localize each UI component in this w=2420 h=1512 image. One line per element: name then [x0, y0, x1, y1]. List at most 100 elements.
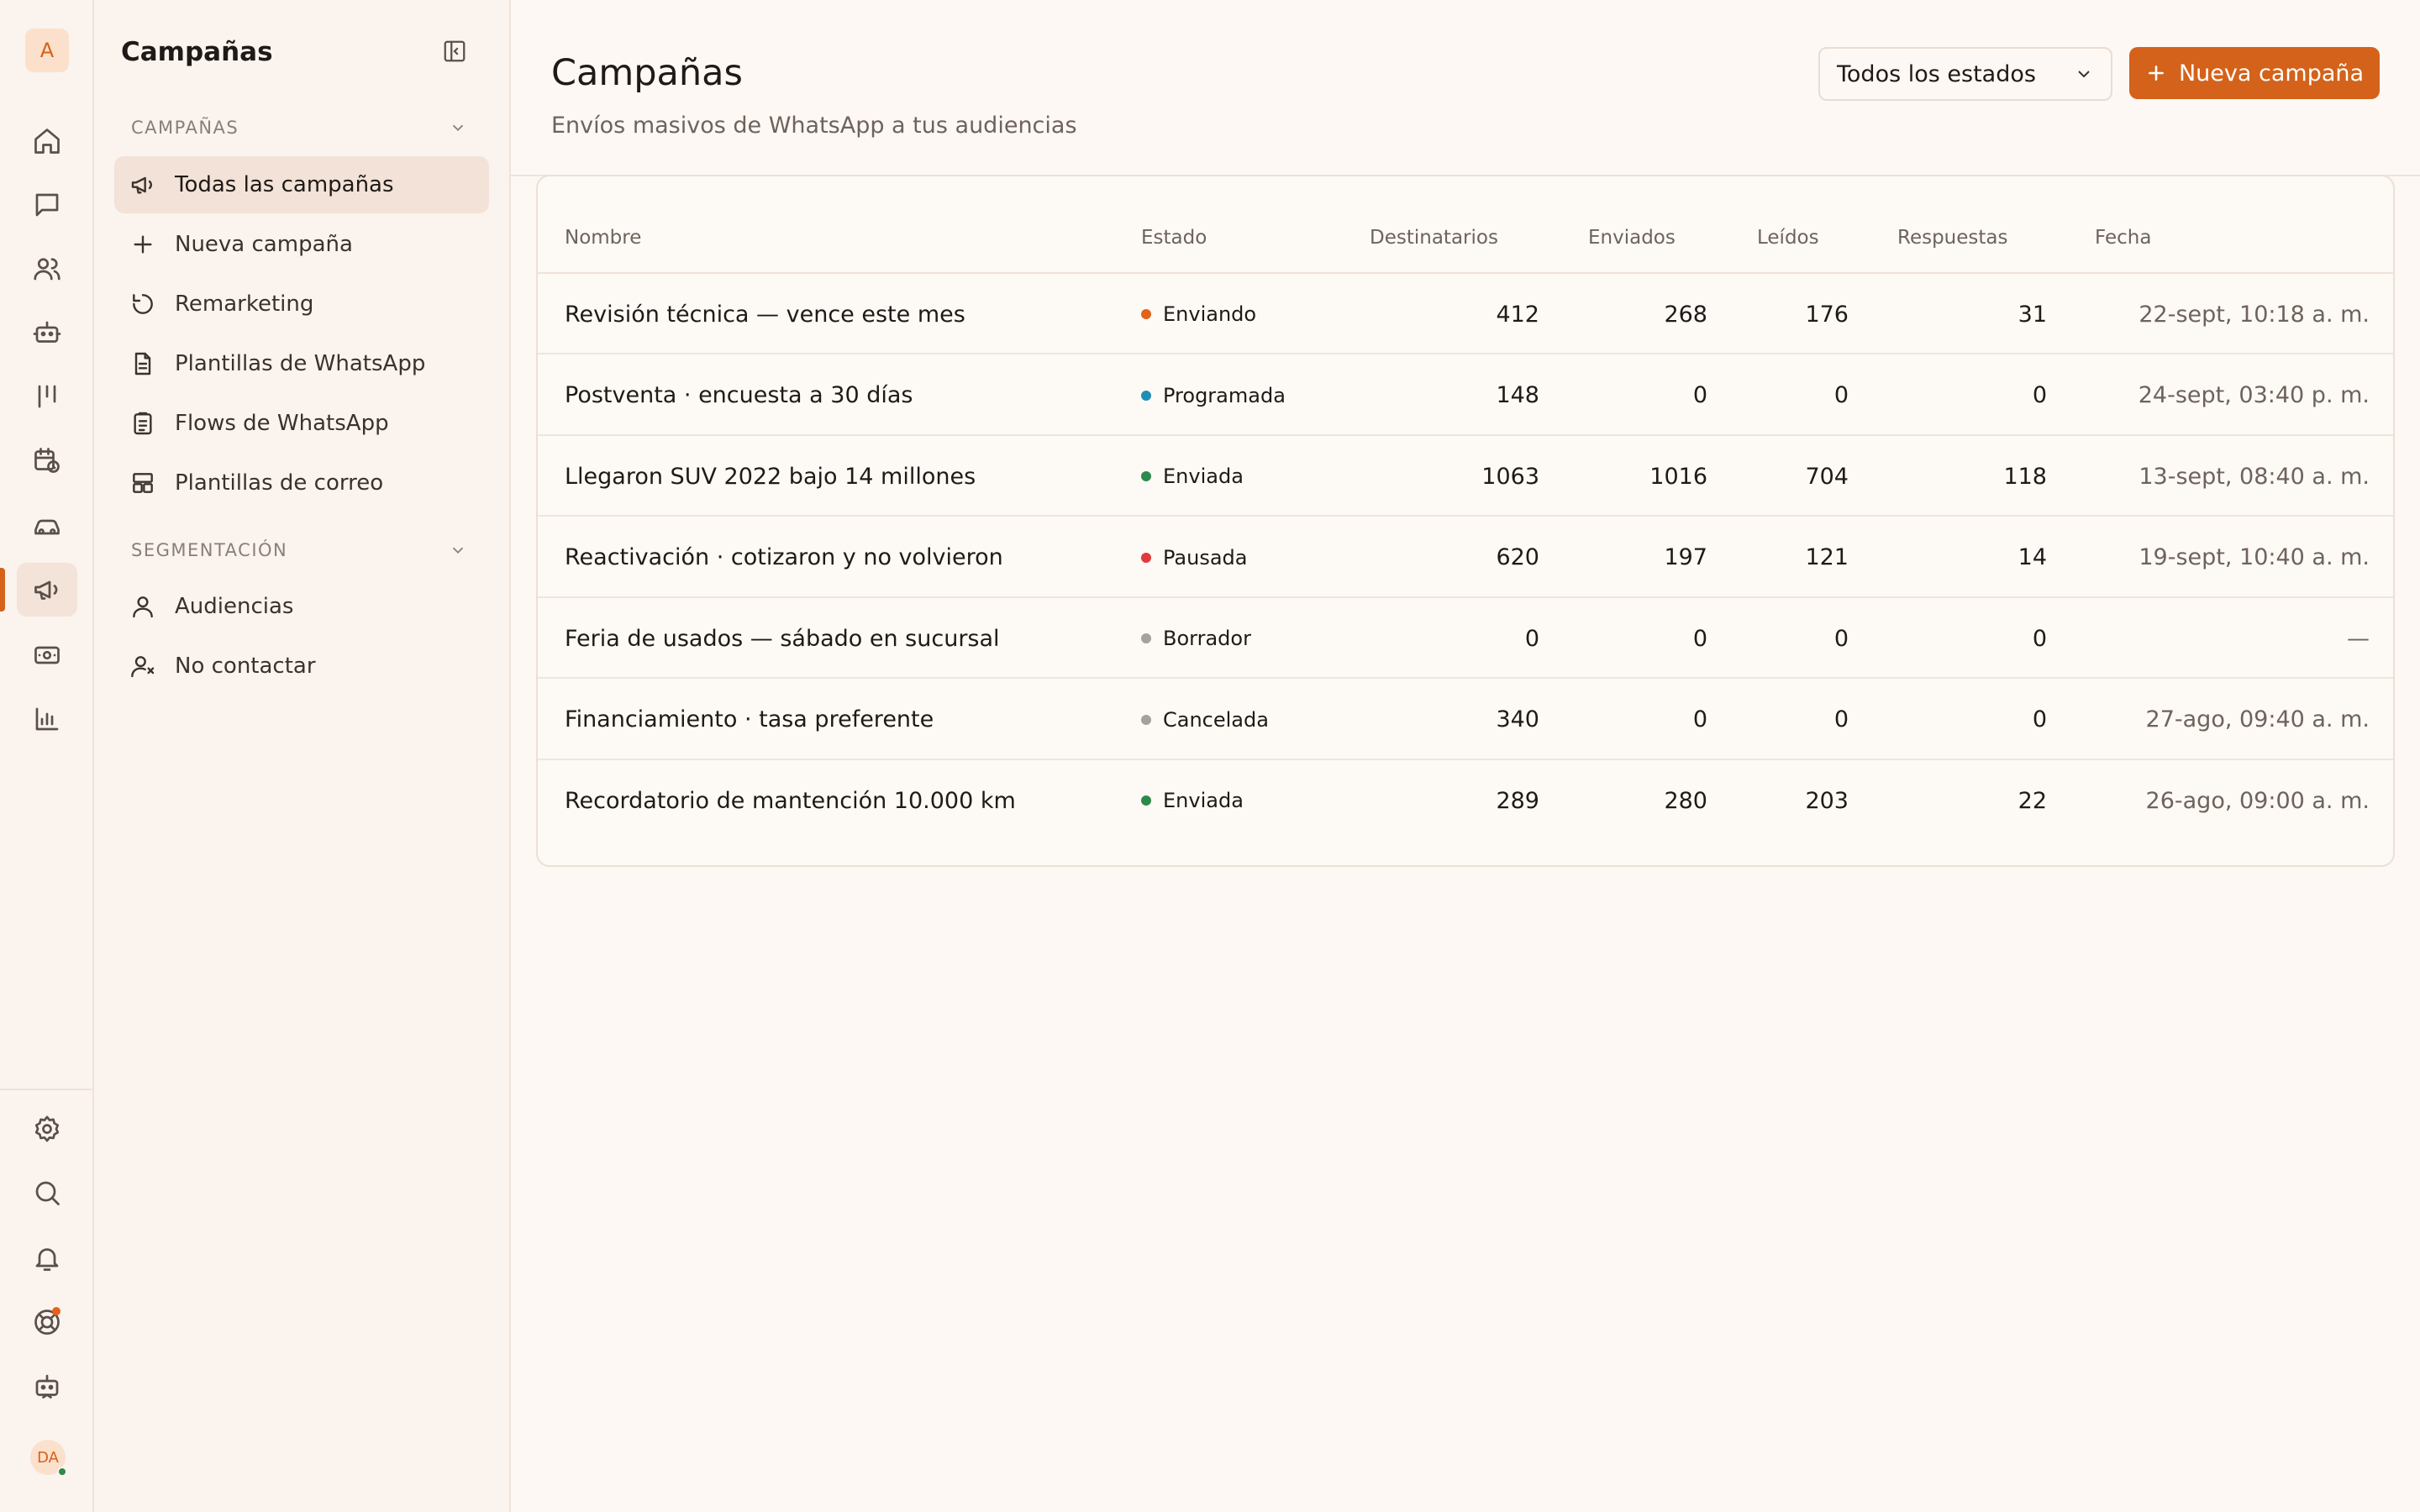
icon-rail: A DA — [0, 0, 94, 1512]
sidebar-item-todas-las-campanas[interactable]: Todas las campañas — [114, 156, 489, 213]
replies-count: 31 — [2018, 301, 2047, 328]
status-filter-select[interactable]: Todos los estados — [1818, 47, 2112, 101]
status-cell: Enviada — [1141, 436, 1244, 517]
sidebar-item-label: Flows de WhatsApp — [175, 411, 389, 436]
table-row[interactable]: Recordatorio de mantención 10.000 km Envi… — [538, 760, 2393, 841]
status-cell: Enviando — [1141, 274, 1256, 354]
campaign-date: — — [2347, 625, 2370, 652]
assistant-bot-icon[interactable] — [17, 1359, 77, 1413]
table-row[interactable]: Financiamiento · tasa preferente Cancelad… — [538, 680, 2393, 760]
bell-icon[interactable] — [17, 1231, 77, 1285]
status-dot — [1141, 795, 1151, 806]
recipients-count: 289 — [1496, 787, 1539, 814]
status-badge: Enviada — [1141, 465, 1244, 488]
status-cell: Borrador — [1141, 598, 1251, 679]
campaign-date: 13-sept, 08:40 a. m. — [2139, 463, 2370, 490]
column-header-destinatarios[interactable]: Destinatarios — [1370, 227, 1498, 249]
sent-count: 1016 — [1649, 463, 1707, 490]
status-dot — [1141, 390, 1151, 401]
replies-count: 22 — [2018, 787, 2047, 814]
read-count: 0 — [1833, 706, 1849, 732]
collapse-sidebar-icon[interactable] — [442, 39, 471, 67]
column-header-nombre[interactable]: Nombre — [565, 227, 641, 249]
read-count: 704 — [1805, 463, 1849, 490]
campaign-date: 27-ago, 09:40 a. m. — [2145, 706, 2370, 732]
reports-chart-icon[interactable] — [17, 692, 77, 746]
status-dot — [1141, 309, 1151, 319]
status-label: Enviada — [1163, 465, 1244, 488]
table-row[interactable]: Revisión técnica — vence este mes Enviand… — [538, 274, 2393, 354]
column-header-enviados[interactable]: Enviados — [1588, 227, 1676, 249]
table-row[interactable]: Llegaron SUV 2022 bajo 14 millones Enviad… — [538, 436, 2393, 517]
section-header-campanas[interactable]: CAMPAÑAS — [131, 118, 467, 138]
sent-count: 0 — [1692, 706, 1707, 732]
replies-count: 118 — [2003, 463, 2047, 490]
table-row[interactable]: Postventa · encuesta a 30 días Programada… — [538, 355, 2393, 436]
recipients-count: 1063 — [1481, 463, 1539, 490]
sidebar-item-label: Audiencias — [175, 594, 294, 619]
chevron-down-icon — [2078, 71, 2090, 78]
user-avatar[interactable]: DA — [30, 1440, 67, 1477]
recipients-count: 340 — [1496, 706, 1539, 732]
status-dot — [1141, 471, 1151, 481]
section-label: SEGMENTACIÓN — [131, 540, 288, 560]
status-dot — [1141, 552, 1151, 563]
sidebar-item-plantillas-correo[interactable]: Plantillas de correo — [114, 454, 489, 512]
plus-icon — [2149, 66, 2164, 81]
sidebar-item-audiencias[interactable]: Audiencias — [114, 578, 489, 635]
contacts-icon[interactable] — [17, 242, 77, 296]
campaign-date: 26-ago, 09:00 a. m. — [2145, 787, 2370, 814]
sent-count: 197 — [1664, 544, 1707, 570]
campaign-date: 19-sept, 10:40 a. m. — [2139, 544, 2370, 570]
status-cell: Cancelada — [1141, 680, 1269, 760]
sidebar-item-label: No contactar — [175, 654, 316, 679]
sidebar-item-label: Plantillas de WhatsApp — [175, 351, 426, 376]
column-header-estado[interactable]: Estado — [1141, 227, 1207, 249]
recipients-count: 412 — [1496, 301, 1539, 328]
column-header-respuestas[interactable]: Respuestas — [1897, 227, 2008, 249]
kanban-icon[interactable] — [17, 370, 77, 423]
rail-divider — [0, 1089, 94, 1090]
read-count: 176 — [1805, 301, 1849, 328]
status-cell: Pausada — [1141, 517, 1247, 598]
chat-icon[interactable] — [17, 178, 77, 232]
campaigns-megaphone-icon[interactable] — [17, 563, 77, 617]
document-icon — [134, 352, 151, 375]
column-header-leidos[interactable]: Leídos — [1757, 227, 1819, 249]
section-header-segmentacion[interactable]: SEGMENTACIÓN — [131, 540, 467, 560]
sidebar-item-nueva-campana[interactable]: Nueva campaña — [114, 216, 489, 273]
table-row[interactable]: Feria de usados — sábado en sucursal Borr… — [538, 598, 2393, 679]
new-campaign-button[interactable]: Nueva campaña — [2129, 47, 2380, 99]
bot-icon[interactable] — [17, 306, 77, 360]
settings-gear-icon[interactable] — [17, 1102, 77, 1156]
campaign-name: Feria de usados — sábado en sucursal — [565, 625, 1000, 652]
campaign-name: Financiamiento · tasa preferente — [565, 706, 934, 732]
new-campaign-label: Nueva campaña — [2178, 60, 2365, 87]
home-icon[interactable] — [17, 114, 77, 168]
sidebar-item-label: Remarketing — [175, 291, 314, 317]
search-icon[interactable] — [17, 1166, 77, 1220]
status-label: Cancelada — [1163, 707, 1269, 732]
billing-icon[interactable] — [17, 628, 77, 682]
status-badge: Pausada — [1141, 546, 1247, 570]
user-x-icon — [131, 656, 155, 678]
sidebar-item-flows-whatsapp[interactable]: Flows de WhatsApp — [114, 395, 489, 452]
workspace-logo[interactable]: A — [25, 29, 69, 72]
online-status-dot — [57, 1467, 67, 1477]
main-content: Campañas Envíos masivos de WhatsApp a tu… — [511, 0, 2420, 1512]
user-icon — [133, 596, 153, 618]
calendar-clock-icon[interactable] — [17, 433, 77, 487]
column-header-fecha[interactable]: Fecha — [2095, 227, 2151, 249]
table-row[interactable]: Reactivación · cotizaron y no volvieron P… — [538, 517, 2393, 598]
sidebar: Campañas CAMPAÑAS Todas las campañas Nue… — [94, 0, 511, 1512]
sidebar-item-remarketing[interactable]: Remarketing — [114, 276, 489, 333]
sidebar-item-no-contactar[interactable]: No contactar — [114, 638, 489, 695]
help-lifebuoy-icon[interactable] — [17, 1295, 77, 1349]
page-title: Campañas — [551, 52, 743, 94]
status-cell: Programada — [1141, 355, 1286, 436]
car-icon[interactable] — [17, 499, 77, 553]
replies-count: 0 — [2032, 706, 2047, 732]
read-count: 203 — [1805, 787, 1849, 814]
campaign-name: Postventa · encuesta a 30 días — [565, 382, 913, 408]
sidebar-item-plantillas-whatsapp[interactable]: Plantillas de WhatsApp — [114, 335, 489, 392]
